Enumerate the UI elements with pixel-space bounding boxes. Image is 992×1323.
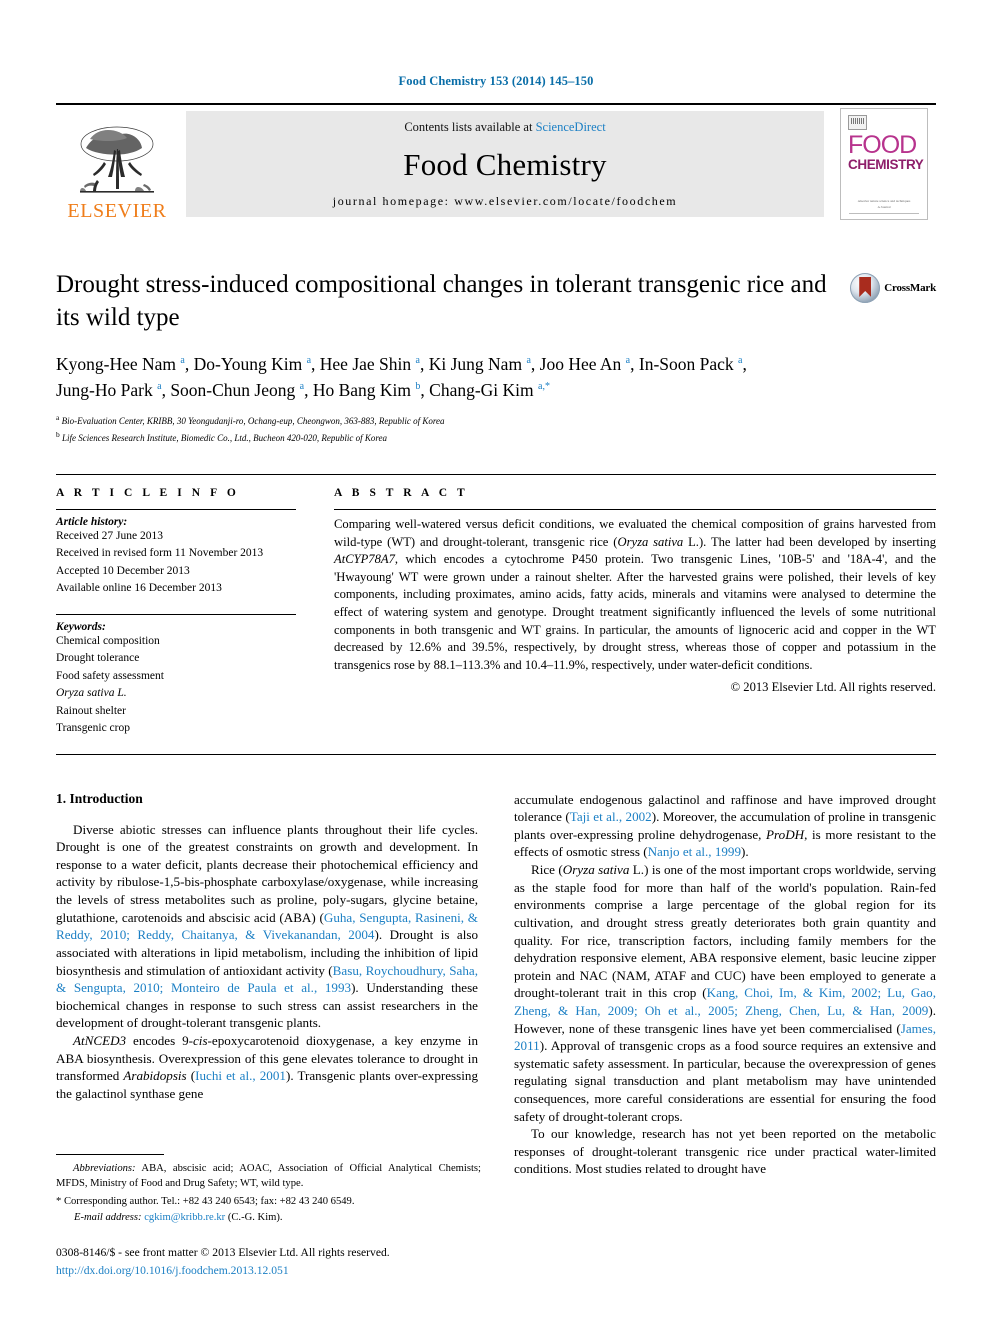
doi-link[interactable]: http://dx.doi.org/10.1016/j.foodchem.201…	[56, 1262, 390, 1279]
article-info-rule	[56, 508, 296, 510]
journal-masthead: ELSEVIER Contents lists available at Sci…	[56, 103, 936, 223]
text-run: (	[186, 1068, 196, 1084]
abstract-part-3: , which encodes a cytochrome P450 protei…	[334, 552, 936, 672]
footnote-rule	[56, 1153, 164, 1155]
elsevier-wordmark: ELSEVIER	[67, 200, 167, 222]
info-abstract-panel: A R T I C L E I N F O Article history: R…	[56, 473, 936, 755]
abstract-gene: AtCYP78A7	[334, 552, 395, 567]
affiliation-b-text: Life Sciences Research Institute, Biomed…	[62, 433, 388, 444]
text-run: ProDH	[766, 826, 805, 842]
affiliations: a Bio-Evaluation Center, KRIBB, 30 Yeong…	[56, 412, 936, 446]
paragraph: accumulate endogenous galactinol and raf…	[514, 791, 936, 861]
text-run: AtNCED3	[73, 1032, 127, 1048]
text-run: L.) is one of the most important crops w…	[514, 862, 936, 1001]
footnote-abbreviations: Abbreviations: ABA, abscisic acid; AOAC,…	[56, 1161, 481, 1192]
email-suffix: (C.-G. Kim).	[225, 1211, 283, 1223]
journal-homepage[interactable]: journal homepage: www.elsevier.com/locat…	[333, 194, 677, 209]
body-columns: 1. Introduction Diverse abiotic stresses…	[56, 791, 936, 1178]
crossmark-icon	[850, 273, 881, 303]
article-info-block: A R T I C L E I N F O Article history: R…	[56, 487, 318, 738]
journal-cover-thumbnail: FOOD CHEMISTRY Alsevier nature science a…	[832, 105, 936, 223]
history-item: Received in revised form 11 November 201…	[56, 547, 264, 560]
footnote-email: E-mail address: cgkim@kribb.re.kr (C.-G.…	[56, 1210, 481, 1225]
keyword-item: Food safety assessment	[56, 669, 164, 682]
abstract-species: Oryza sativa	[617, 534, 684, 549]
citation-link[interactable]: Nanjo et al., 1999	[648, 844, 741, 859]
bottom-matter: 0308-8146/$ - see front matter © 2013 El…	[56, 1244, 390, 1279]
footnotes: Abbreviations: ABA, abscisic acid; AOAC,…	[56, 1153, 481, 1225]
history-item: Received 27 June 2013	[56, 529, 163, 542]
affiliation-a: a Bio-Evaluation Center, KRIBB, 30 Yeong…	[56, 413, 445, 427]
citation-link[interactable]: Iuchi et al., 2001	[195, 1068, 286, 1083]
text-run: Rice (	[531, 862, 563, 878]
cover-footer-text: Alsevier nature science and techniques A…	[841, 199, 927, 210]
journal-title: Food Chemistry	[403, 146, 607, 182]
text-run: ).	[741, 844, 749, 860]
abbreviations-label: Abbreviations:	[73, 1162, 136, 1174]
cover-title-food: FOOD	[848, 131, 917, 159]
paragraph: AtNCED3 encodes 9-cis-epoxycarotenoid di…	[56, 1032, 478, 1102]
article-history-list: Received 27 June 2013 Received in revise…	[56, 528, 296, 598]
cover-divider	[849, 213, 919, 214]
affiliation-b: b Life Sciences Research Institute, Biom…	[56, 430, 388, 444]
left-column: 1. Introduction Diverse abiotic stresses…	[56, 791, 478, 1178]
keyword-item: Chemical composition	[56, 634, 160, 647]
abstract-block: A B S T R A C T Comparing well-watered v…	[318, 487, 936, 738]
abstract-rule	[334, 508, 936, 510]
text-run: Arabidopsis	[123, 1068, 187, 1084]
text-run: Oryza sativa	[562, 862, 630, 878]
text-run: To our knowledge, research has not yet b…	[514, 1126, 936, 1177]
citation-link[interactable]: Taji et al., 2002	[570, 809, 652, 824]
running-head: Food Chemistry 153 (2014) 145–150	[398, 74, 594, 88]
text-run: ). Approval of transgenic crops as a foo…	[514, 1038, 936, 1124]
page-title: Drought stress-induced compositional cha…	[56, 271, 827, 331]
paper-page: Food Chemistry 153 (2014) 145–150 ELSEVI…	[0, 0, 992, 1323]
article-info-heading: A R T I C L E I N F O	[56, 486, 240, 499]
text-run: encodes 9-	[126, 1032, 193, 1048]
history-item: Accepted 10 December 2013	[56, 564, 190, 577]
email-link[interactable]: cgkim@kribb.re.kr	[144, 1212, 225, 1223]
issn-copyright-line: 0308-8146/$ - see front matter © 2013 El…	[56, 1246, 390, 1260]
elsevier-tree-icon	[80, 126, 154, 193]
journal-banner: Contents lists available at ScienceDirec…	[186, 111, 824, 217]
keyword-item: Transgenic crop	[56, 722, 130, 735]
affiliation-a-text: Bio-Evaluation Center, KRIBB, 30 Yeongud…	[61, 416, 445, 427]
author-list: Kyong-Hee Nam a, Do-Young Kim a, Hee Jae…	[56, 352, 936, 403]
right-column: accumulate endogenous galactinol and raf…	[514, 791, 936, 1178]
cover-publisher-icon	[848, 115, 867, 130]
author-line-2: Jung-Ho Park a, Soon-Chun Jeong a, Ho Ba…	[56, 379, 550, 400]
abstract-heading: A B S T R A C T	[334, 486, 469, 499]
email-label: E-mail address:	[74, 1211, 142, 1223]
crossmark-badge-group[interactable]: CrossMark	[850, 273, 936, 303]
crossmark-label: CrossMark	[884, 282, 936, 294]
keywords-list: Chemical composition Drought tolerance F…	[56, 633, 296, 738]
footnote-corresponding-author: * Corresponding author. Tel.: +82 43 240…	[56, 1196, 355, 1208]
sciencedirect-link[interactable]: ScienceDirect	[536, 120, 606, 134]
keywords-rule	[56, 613, 296, 615]
title-area: Drought stress-induced compositional cha…	[56, 269, 936, 334]
cover-title-chemistry: CHEMISTRY	[848, 156, 924, 172]
keyword-item: Oryza sativa L.	[56, 687, 127, 700]
text-run: cis	[193, 1032, 208, 1048]
contents-available-line: Contents lists available at ScienceDirec…	[404, 120, 605, 135]
cover-footer-line2: A Journal	[877, 204, 891, 209]
keywords-label: Keywords:	[56, 620, 106, 633]
paragraph: Rice (Oryza sativa L.) is one of the mos…	[514, 861, 936, 1125]
abstract-copyright: © 2013 Elsevier Ltd. All rights reserved…	[730, 679, 936, 694]
paragraph: To our knowledge, research has not yet b…	[514, 1125, 936, 1178]
abstract-text: Comparing well-watered versus deficit co…	[334, 516, 936, 675]
paragraph: Diverse abiotic stresses can influence p…	[56, 821, 478, 1032]
keyword-item: Rainout shelter	[56, 704, 126, 717]
section-heading-introduction: 1. Introduction	[56, 790, 143, 806]
cover-image: FOOD CHEMISTRY Alsevier nature science a…	[840, 108, 928, 220]
elsevier-logo: ELSEVIER	[56, 105, 178, 223]
abstract-part-2: L.). The latter had been developed by in…	[683, 534, 937, 549]
author-line-1: Kyong-Hee Nam a, Do-Young Kim a, Hee Jae…	[56, 354, 747, 374]
keyword-item: Drought tolerance	[56, 652, 140, 665]
history-item: Available online 16 December 2013	[56, 582, 222, 595]
article-history-label: Article history:	[56, 515, 128, 528]
contents-prefix: Contents lists available at	[404, 120, 536, 134]
